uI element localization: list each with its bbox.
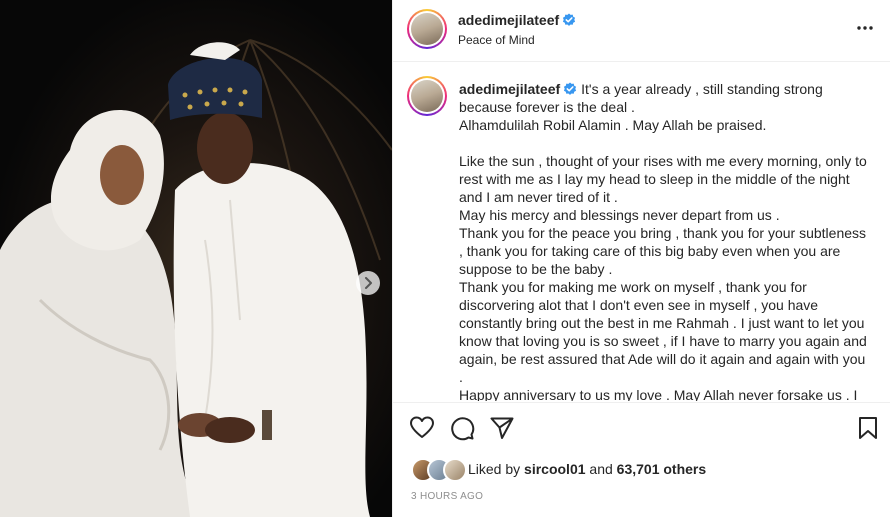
chevron-right-icon: [365, 277, 372, 289]
post-actions: Liked by sircool01 and 63,701 others 3 H…: [393, 402, 890, 518]
post-location[interactable]: Peace of Mind: [458, 33, 535, 47]
likes-prefix: Liked by: [468, 461, 521, 477]
caption-section: adedimejilateef It's a year already , st…: [393, 63, 890, 401]
caption-line: Alhamdulilah Robil Alamin . May Allah be…: [459, 117, 767, 133]
post-timestamp[interactable]: 3 HOURS AGO: [411, 491, 483, 502]
share-button[interactable]: [489, 415, 515, 441]
likes-count[interactable]: 63,701 others: [617, 461, 707, 477]
likes-summary: Liked by sircool01 and 63,701 others: [468, 461, 706, 477]
comment-button[interactable]: [449, 415, 475, 441]
caption-line: Thank you for the peace you bring , than…: [459, 225, 867, 277]
caption-first-line: adedimejilateef It's a year already , st…: [459, 80, 871, 116]
bookmark-icon: [859, 417, 877, 439]
caption-line: Like the sun , thought of your rises wit…: [459, 153, 867, 205]
caption-line: May his mercy and blessings never depart…: [459, 207, 780, 223]
verified-badge-icon: [564, 82, 577, 95]
verified-badge: [559, 12, 576, 30]
more-icon: [857, 26, 873, 30]
caption-text: adedimejilateef It's a year already , st…: [459, 80, 871, 401]
next-image-button[interactable]: [356, 271, 380, 295]
share-icon: [490, 417, 514, 439]
author-avatar[interactable]: [407, 9, 447, 49]
caption-line: Happy anniversary to us my love . May Al…: [459, 387, 858, 401]
liked-by-username[interactable]: sircool01: [524, 461, 585, 477]
caption-blank-line: [459, 134, 871, 152]
heart-icon: [410, 416, 434, 438]
comment-icon: [451, 417, 475, 441]
caption-username[interactable]: adedimejilateef: [459, 81, 560, 97]
caption-line: Thank you for making me work on myself ,…: [459, 279, 867, 385]
post-image[interactable]: [0, 0, 392, 517]
couple-photo-illustration: [0, 39, 392, 517]
avatar: [443, 458, 467, 482]
more-options-button[interactable]: [851, 16, 879, 40]
post-header: adedimejilateef Peace of Mind: [393, 0, 890, 62]
verified-badge-icon: [562, 13, 576, 26]
likes-and: and: [589, 461, 613, 477]
author-username[interactable]: adedimejilateef: [458, 12, 559, 28]
save-button[interactable]: [855, 415, 881, 441]
post-details-panel: adedimejilateef Peace of Mind adedimejil…: [392, 0, 890, 517]
like-button[interactable]: [409, 415, 435, 441]
caption-author-avatar[interactable]: [407, 76, 447, 116]
